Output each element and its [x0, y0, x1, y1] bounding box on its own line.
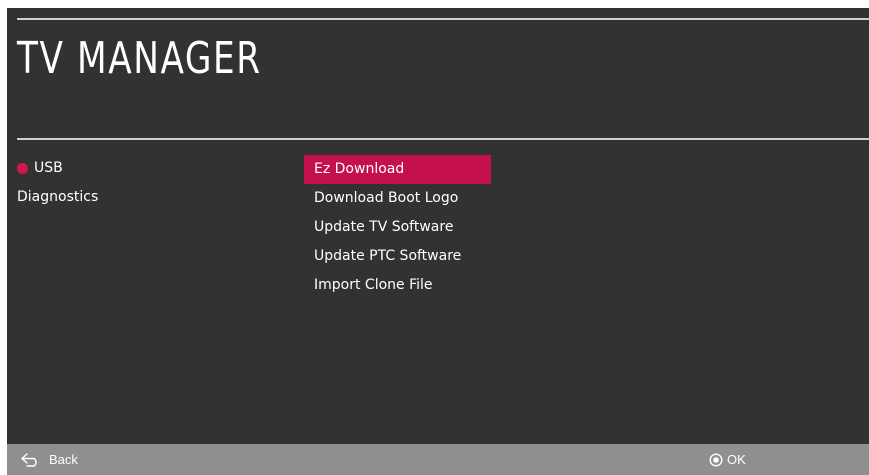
category-menu: USB Diagnostics [17, 154, 98, 212]
active-indicator-dot [17, 163, 28, 174]
back-button[interactable]: Back [21, 444, 78, 475]
category-label: Diagnostics [17, 189, 99, 205]
top-divider [17, 18, 869, 20]
menu-item-update-ptc-software[interactable]: Update PTC Software [304, 242, 491, 271]
ok-button[interactable]: OK [709, 444, 746, 475]
category-item-diagnostics[interactable]: Diagnostics [17, 183, 98, 212]
usb-options-menu: Ez Download Download Boot Logo Update TV… [304, 155, 491, 300]
category-label: USB [34, 160, 63, 176]
header-divider [17, 138, 869, 140]
category-item-usb[interactable]: USB [17, 154, 98, 183]
menu-item-download-boot-logo[interactable]: Download Boot Logo [304, 184, 491, 213]
page-title: TV MANAGER [17, 33, 262, 84]
back-arrow-icon [21, 452, 41, 467]
back-label: Back [49, 452, 78, 467]
ok-button-icon [709, 452, 723, 467]
menu-item-import-clone-file[interactable]: Import Clone File [304, 271, 491, 300]
menu-item-update-tv-software[interactable]: Update TV Software [304, 213, 491, 242]
ok-label: OK [727, 452, 746, 467]
footer-bar: Back OK [7, 444, 869, 475]
tv-manager-screen: TV MANAGER USB Diagnostics Ez Download D… [7, 8, 869, 475]
menu-item-ez-download[interactable]: Ez Download [304, 155, 491, 184]
